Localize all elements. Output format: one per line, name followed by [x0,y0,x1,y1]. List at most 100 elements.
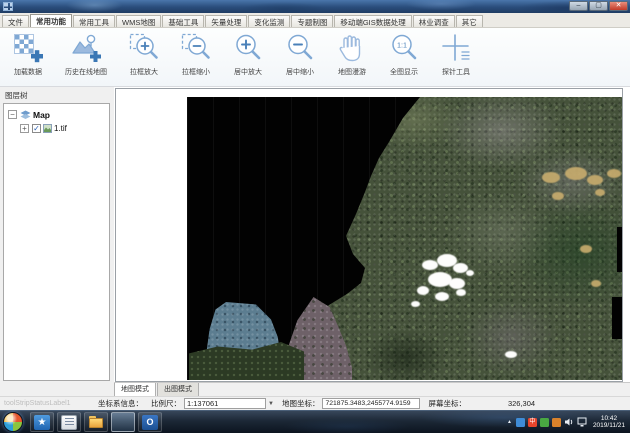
taskbar-star-app[interactable]: ★ [30,412,54,432]
map-canvas[interactable] [187,97,623,380]
taskbar-clock[interactable]: 10:42 2019/11/21 [593,415,625,430]
layer-tree: − Map + ✓ [3,103,110,381]
clearing-patch [607,169,621,178]
menu-tab-mobile-gis-data[interactable]: 移动端GIS数据处理 [334,15,411,27]
taskbar-forestry-gis-app[interactable]: 林 [111,412,135,432]
close-button[interactable]: ✕ [609,1,628,11]
clearing-patch [580,245,592,253]
cloud [435,292,449,301]
map-coord-value[interactable]: 721875.3483,2455774.9159 [322,398,420,409]
tab-layout-mode[interactable]: 出图模式 [157,383,199,397]
box-zoom-out-icon [179,30,213,66]
expand-icon[interactable]: + [20,124,29,133]
imagery-island-blue [205,302,280,352]
coord-system-label: 坐标系信息： [98,398,143,409]
clock-time: 10:42 [593,415,625,423]
load-data-icon [11,30,45,66]
system-tray: ▲ 中 10:42 2019/11/21 [507,415,627,430]
toolbar-button-label: 居中缩小 [286,67,314,77]
menu-tab-change-monitoring[interactable]: 变化监测 [248,15,290,27]
history-online-map-button[interactable]: 历史在线地图 [54,30,118,84]
collapse-icon[interactable]: − [8,110,17,119]
center-zoom-in-icon [231,30,265,66]
probe-tool-button[interactable]: 探针工具 [430,30,482,84]
tree-node-layer[interactable]: + ✓ 1.tif [4,122,109,135]
notepad-app-icon [61,415,77,430]
center-zoom-in-button[interactable]: 居中放大 [222,30,274,84]
tray-ime-icon[interactable]: 中 [528,418,537,427]
tab-map-mode[interactable]: 地图模式 [114,383,156,397]
cloud [411,301,420,307]
box-zoom-in-icon [127,30,161,66]
history-online-map-icon [69,30,103,66]
tray-blue-app-icon[interactable] [516,418,525,427]
taskbar-o-app[interactable]: O [138,412,162,432]
taskbar-explorer-app[interactable] [84,412,108,432]
svg-text:1:1: 1:1 [397,40,407,49]
full-extent-icon: 1:1 [387,30,421,66]
toolbar-button-label: 地图漫游 [338,67,366,77]
app-window-icon [3,2,13,11]
menu-tab-thematic-mapping[interactable]: 专题制图 [291,15,333,27]
ribbon-toolbar: 加载数据 历史在线地图 拉框 [0,28,630,87]
tree-node-map[interactable]: − Map [4,108,109,121]
map-viewport[interactable] [115,88,623,382]
minimize-button[interactable]: – [569,1,588,11]
screen-coord-value: 326,304 [508,399,535,408]
menu-tab-common-tools[interactable]: 常用工具 [73,15,115,27]
toolbar-button-label: 居中放大 [234,67,262,77]
network-icon[interactable] [577,417,587,427]
menu-tab-bar: 文件 常用功能 常用工具 WMS地图 基础工具 矢量处理 变化监测 专题制图 移… [0,13,630,28]
scale-input[interactable]: 1:137061 [184,398,266,409]
tray-green-app-icon[interactable] [540,418,549,427]
tree-node-label[interactable]: 1.tif [54,124,67,133]
scale-dropdown-icon[interactable]: ▼ [268,401,274,407]
start-button[interactable] [3,412,23,432]
layer-checkbox[interactable]: ✓ [32,124,41,133]
clearing-patch [565,167,587,180]
tray-expand-icon[interactable]: ▲ [507,419,512,425]
application-window: – ▢ ✕ 文件 常用功能 常用工具 WMS地图 基础工具 矢量处理 变化监测 … [0,0,630,433]
map-mode-tabbar: 地图模式 出图模式 [114,382,630,396]
menu-tab-basic-tools[interactable]: 基础工具 [162,15,204,27]
folder-icon [88,415,104,430]
center-zoom-out-button[interactable]: 居中缩小 [274,30,326,84]
toolbar-button-label: 加载数据 [14,67,42,77]
o-app-icon: O [142,415,158,430]
maximize-button[interactable]: ▢ [589,1,608,11]
status-bar: toolStripStatusLabel1 坐标系信息： 比例尺： 1:1370… [0,396,630,410]
raster-file-icon [43,124,52,133]
star-app-icon: ★ [34,415,50,430]
status-strip-label: toolStripStatusLabel1 [4,400,90,407]
clearing-patch [542,172,560,183]
clearing-patch [552,192,564,200]
taskbar: ★ 林 O ▲ 中 [0,410,630,433]
main-content: 图层树 − Map + ✓ [0,87,630,396]
map-pan-button[interactable]: 地图漫游 [326,30,378,84]
cloud [417,286,429,295]
box-zoom-out-button[interactable]: 拉框缩小 [170,30,222,84]
menu-tab-vector-processing[interactable]: 矢量处理 [205,15,247,27]
menu-tab-file[interactable]: 文件 [2,15,29,27]
cloud [505,351,517,358]
clearing-patch [591,280,601,287]
layer-panel: 图层树 − Map + ✓ [0,87,113,396]
tree-node-label[interactable]: Map [33,110,50,120]
menu-tab-forestry-survey[interactable]: 林业调查 [413,15,455,27]
load-data-button[interactable]: 加载数据 [2,30,54,84]
menu-tab-other[interactable]: 其它 [456,15,483,27]
menu-tab-common-functions[interactable]: 常用功能 [30,14,72,27]
box-zoom-in-button[interactable]: 拉框放大 [118,30,170,84]
full-extent-button[interactable]: 1:1 全图显示 [378,30,430,84]
toolbar-button-label: 历史在线地图 [65,67,107,77]
tray-orange-app-icon[interactable] [552,418,561,427]
clearing-patch [595,189,605,196]
map-pan-icon [335,30,369,66]
menu-tab-wms-map[interactable]: WMS地图 [116,15,161,27]
cloud [422,260,438,270]
layer-panel-title: 图层树 [0,87,113,103]
map-node-icon [20,110,31,120]
volume-icon[interactable] [564,417,574,427]
taskbar-notepad-app[interactable] [57,412,81,432]
map-panel [114,87,630,396]
